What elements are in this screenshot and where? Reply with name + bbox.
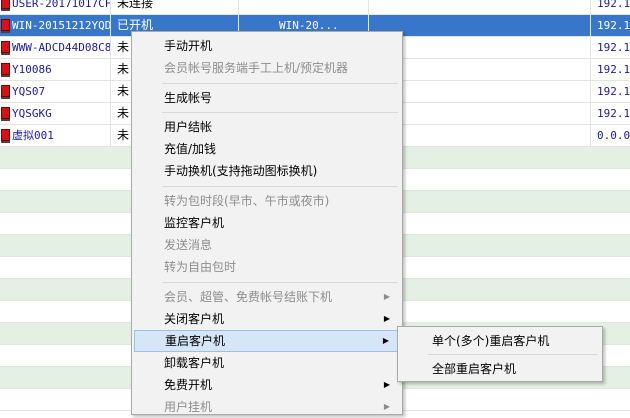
menu-separator [162,282,398,283]
menu-item-time-package[interactable]: 转为包时段(早市、午市或夜市) [134,190,400,212]
machine-ip: 192.16 [590,81,630,102]
menu-separator [428,354,598,355]
machine-name: WWW-ADCD44D08C8 [12,41,110,54]
machine-name: 虚拟001 [12,129,54,142]
machine-ip: 192.16 [590,37,630,58]
arrow-right-icon: ▶ [383,380,390,389]
submenu-item-restart-selected[interactable]: 单个(多个)重启客户机 [400,330,600,352]
menu-item-member-manual-login[interactable]: 会员帐号服务端手工上机/预定机器 [134,57,400,79]
submenu-item-restart-all[interactable]: 全部重启客户机 [400,358,600,380]
machine-ip: 192.16 [590,59,630,80]
menu-item-monitor-client[interactable]: 监控客户机 [134,212,400,234]
menu-item-user-checkout[interactable]: 用户结帐 [134,116,400,138]
menu-item-restart-client[interactable]: 重启客户机 ▶ [134,330,400,352]
machine-status: 未连接 [110,0,238,14]
machine-name: USER-20171017CF [12,0,110,10]
menu-item-recharge[interactable]: 充值/加钱 [134,138,400,160]
restart-submenu: 单个(多个)重启客户机 全部重启客户机 [397,326,603,382]
machine-name: Y10086 [12,63,52,76]
menu-item-manual-switch[interactable]: 手动换机(支持拖动图标换机) [134,160,400,182]
arrow-right-icon: ▶ [383,314,390,323]
menu-item-free-start[interactable]: 免费开机 ▶ [134,374,400,396]
machine-ip: 192.16 [590,15,630,36]
menu-separator [162,112,398,113]
empty-cell [368,0,590,14]
menu-separator [162,186,398,187]
machine-name: YQSGKG [12,107,52,120]
menu-item-uninstall-client[interactable]: 卸载客户机 [134,352,400,374]
machine-ip: 192.16 [590,0,630,14]
menu-separator [162,83,398,84]
menu-item-send-message[interactable]: 发送消息 [134,234,400,256]
table-row[interactable]: USER-20171017CF 未连接 192.16 [0,0,630,15]
menu-item-manual-start[interactable]: 手动开机 [134,35,400,57]
machine-user [238,0,368,14]
machine-name: YQS07 [12,85,46,98]
machine-ip: 0.0.0. [590,125,630,146]
machine-name: WIN-20151212YQD [12,19,110,32]
machine-ip: 192.16 [590,103,630,124]
arrow-right-icon: ▶ [383,292,390,301]
menu-item-shutdown-client[interactable]: 关闭客户机 ▶ [134,308,400,330]
context-menu: 手动开机 会员帐号服务端手工上机/预定机器 生成帐号 用户结帐 充值/加钱 手动… [131,31,403,415]
arrow-right-icon: ▶ [382,336,389,345]
menu-item-generate-account[interactable]: 生成帐号 [134,87,400,109]
menu-item-free-package[interactable]: 转为自由包时 [134,256,400,278]
menu-item-member-checkout[interactable]: 会员、超管、免费帐号结账下机 ▶ [134,286,400,308]
